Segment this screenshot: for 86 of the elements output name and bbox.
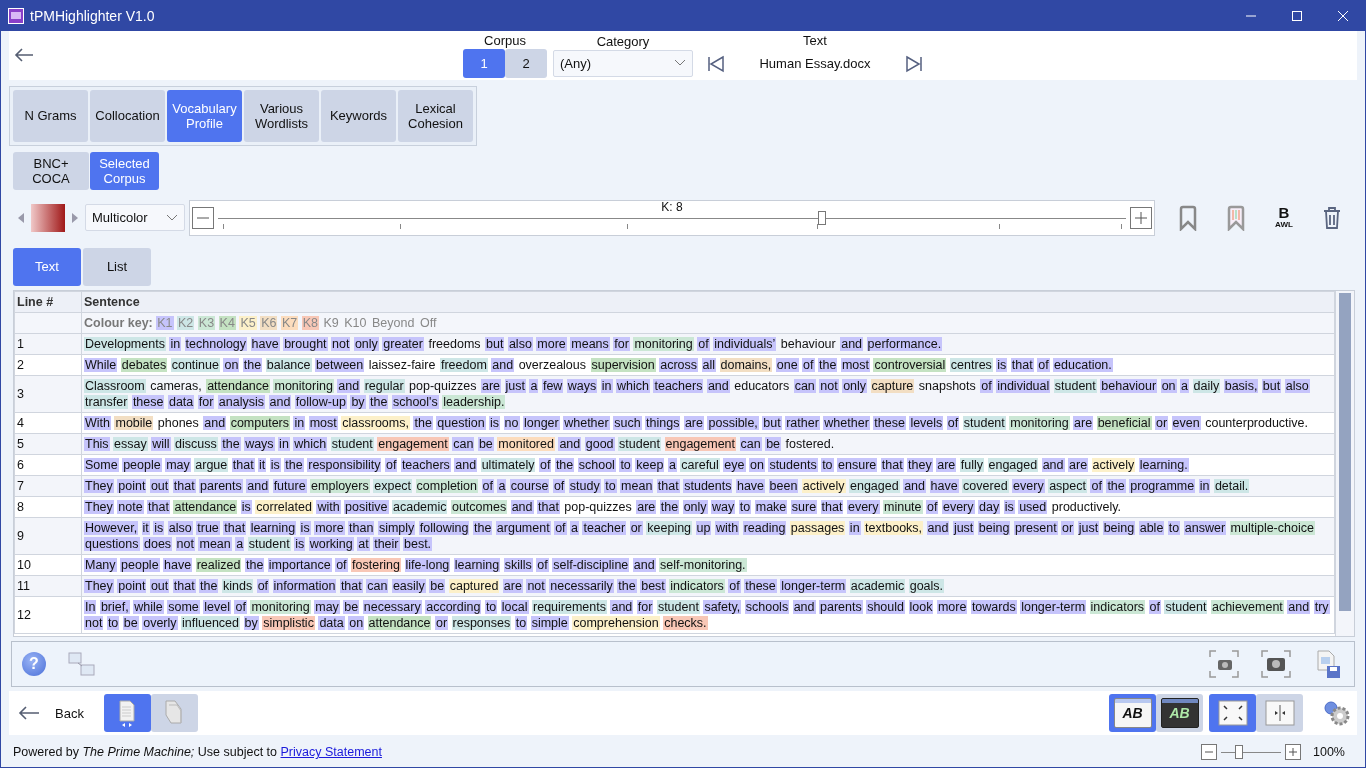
line-number-cell: 9 [14,517,82,555]
category-dropdown[interactable]: (Any) [553,49,693,77]
tool-tab[interactable]: Collocation [90,89,165,142]
sentence-cell: They note that attendance is correlated with positive academic outcomes and that pop-quizzes are the only way to make sure that every minute of every day is used productively. [81,496,1335,518]
sentence-cell: This essay will discuss the ways in which student engagement can be monitored and good student engagement can be fostered. [81,433,1335,455]
previous-text-icon[interactable] [707,55,725,74]
line-number-cell: 12 [14,596,82,634]
sentence-cell: Some people may argue that it is the responsibility of teachers and ultimately of the school to keep a careful eye on students to ensure that they are fully engaged and are actively learning. [81,454,1335,476]
zoom-in-button[interactable] [1285,744,1301,761]
sentence-cell: With mobile phones and computers in most classrooms, the question is no longer whether such things are possible, but rather whether these levels of student monitoring are beneficial or even counterproductive. [81,412,1335,434]
line-number-cell: 2 [14,354,82,376]
tool-tab[interactable]: Various Wordlists [244,89,319,142]
sentence-cell: They point out that the kinds of information that can easily be captured are not necessarily the best indicators of these longer-term academic goals. [81,575,1335,597]
display-mode-button[interactable]: AB [1109,694,1156,733]
zoom-reading: 100% [1313,745,1345,760]
line-number-cell: 8 [14,496,82,518]
plus-button[interactable] [1130,206,1152,229]
tool-tab[interactable]: Lexical Cohesion [398,89,473,142]
layout-mode-button[interactable] [1256,694,1303,733]
region-camera-icon[interactable] [1208,649,1240,680]
line-number-cell: 4 [14,412,82,434]
k-slider[interactable]: K: 8 [189,199,1155,236]
chevron-down-icon [674,59,686,68]
sentence-cell: They point out that parents and future employers expect completion of a course of study to mean that students have been actively engaged and have covered every aspect of the programme in detail. [81,475,1335,497]
awl-button[interactable]: B AWL [1273,205,1295,230]
credit-text: Powered by The Prime Machine; Use subject to Privacy Statement [13,745,382,760]
bookmark-icon[interactable] [1177,204,1199,231]
next-text-icon[interactable] [905,55,923,74]
colour-key: Colour key: K1 K2 K3 K4 K5 K6 K7 K8 K9 K10 Beyond Off [81,312,1335,334]
scrollbar[interactable] [1335,290,1354,637]
reference-corpus-tab[interactable]: BNC+ COCA [13,151,89,190]
chevron-down-icon [166,213,178,222]
view-tab[interactable]: Text [13,247,81,286]
camera-icon[interactable] [1260,649,1292,680]
tool-tab[interactable]: N Grams [13,89,88,142]
colour-swatch [31,203,65,232]
app-icon [8,7,24,24]
minus-button[interactable] [192,206,214,229]
sentence-cell: Classroom cameras, attendance monitoring and regular pop-quizzes are just a few ways in which teachers and educators can not only capture snapshots of individual student behaviour on a daily basis, but also transfer these data for analysis and follow-up by the school's leadership. [81,375,1335,413]
line-number-cell: 6 [14,454,82,476]
line-number-cell: 7 [14,475,82,497]
document-mode-button[interactable] [103,694,151,733]
line-number-cell: 5 [14,433,82,455]
rainbow-bookmark-icon[interactable] [1225,204,1247,231]
text-label: Text [803,32,827,48]
line-number-cell: 11 [14,575,82,597]
slider-thumb[interactable] [1235,745,1243,760]
sentence-cell: However, it is also true that learning is more than simply following the argument of a teacher or keeping up with reading passages in textbooks, and just being present or just being able to answer multiple-choice questions does not mean a student is working at their best. [81,517,1335,555]
left-triangle-icon[interactable] [17,212,25,223]
zoom-slider[interactable] [1221,744,1281,761]
window-title: tPMHighlighter V1.0 [30,7,156,24]
corpus-tab[interactable]: 1 [463,48,505,78]
zoom-out-button[interactable] [1201,744,1217,761]
privacy-link[interactable]: Privacy Statement [280,745,382,760]
fit-screen-icon [1217,700,1248,727]
line-number-cell: 1 [14,333,82,355]
layout-mode-button[interactable] [1209,694,1256,733]
document-icon [117,699,138,728]
category-label: Category [596,33,650,49]
right-triangle-icon[interactable] [71,212,79,223]
tool-tab[interactable]: Keywords [321,89,396,142]
column-header[interactable]: Sentence [81,291,1335,313]
close-icon[interactable] [1337,9,1349,22]
k-reading: K: 8 [661,199,683,214]
back-arrow-icon[interactable] [13,47,35,64]
corpus-label: Corpus [484,32,526,48]
sentence-cell: Developments in technology have brought not only greater freedoms but also more means for monitoring of individuals’ behaviour and performance. [81,333,1335,355]
text-file-name: Human Essay.docx [759,54,871,73]
sentence-cell: While debates continue on the balance between laissez-faire freedom and overzealous supervision across all domains, one of the most controversial centres is that of education. [81,354,1335,376]
slider-thumb[interactable] [817,210,826,225]
sentence-cell: In brief, while some level of monitoring may be necessary according to local requirements and for student safety, schools and parents should look more towards longer-term indicators of student achievement and try not to be overly influenced by simplistic data on attendance or responses to simple comprehension checks. [81,596,1335,634]
palette-dropdown[interactable]: Multicolor [85,204,185,232]
maximize-icon[interactable] [1291,9,1303,22]
line-number-cell: 3 [14,375,82,413]
display-mode-button[interactable]: AB [1156,694,1203,733]
corpus-tab[interactable]: 2 [505,48,547,78]
tool-tab[interactable]: Vocabulary Profile [167,89,242,142]
reference-corpus-tab[interactable]: Selected Corpus [90,151,159,190]
column-header[interactable]: Line # [14,291,82,313]
split-view-icon [1264,700,1295,727]
line-number-cell: 10 [14,554,82,576]
back-button[interactable]: Back [13,705,88,722]
trash-icon[interactable] [1321,204,1343,231]
back-arrow-icon [17,705,41,722]
view-tab[interactable]: List [83,247,151,286]
sentence-cell: Many people have realized the importance of fostering life-long learning skills of self-discipline and self-monitoring. [81,554,1335,576]
